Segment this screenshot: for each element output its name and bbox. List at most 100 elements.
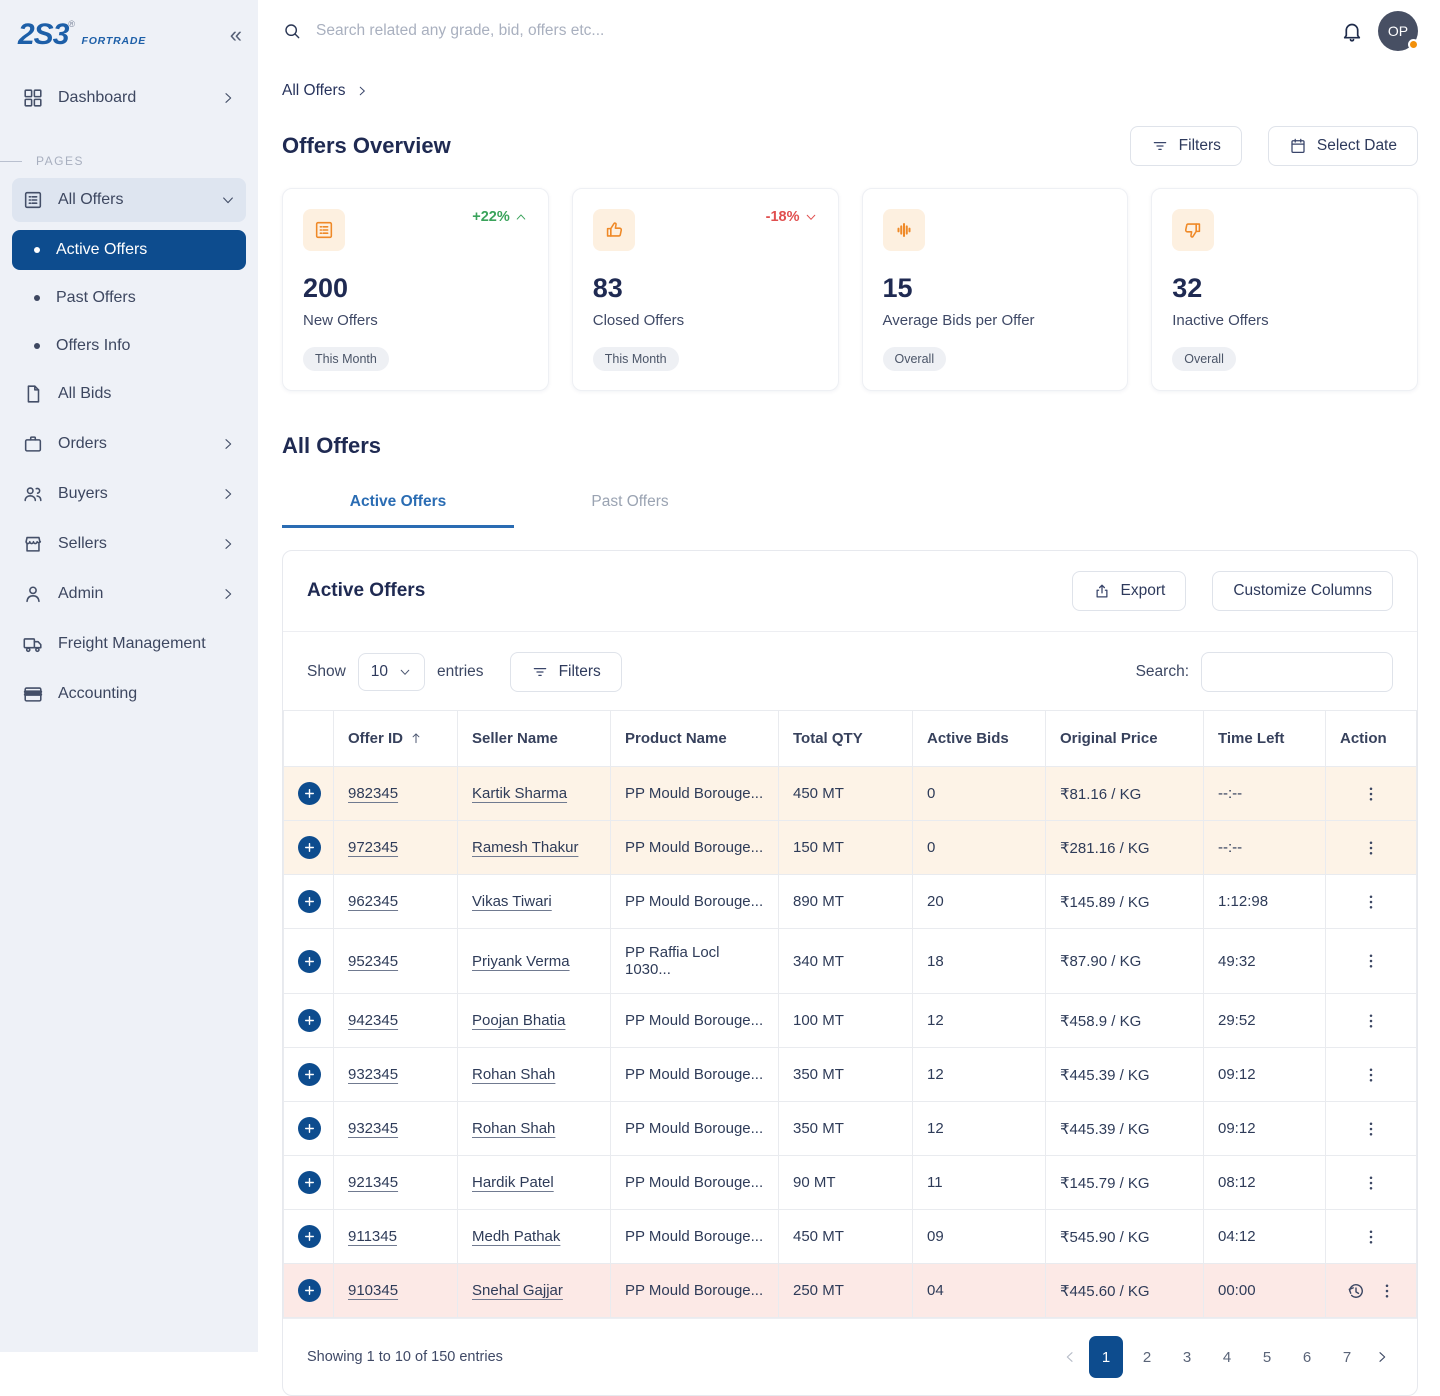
kebab-menu-icon[interactable] <box>1378 1282 1396 1300</box>
expand-row-button[interactable] <box>298 890 321 913</box>
pagination-page-5[interactable]: 5 <box>1251 1339 1283 1375</box>
seller-name-link[interactable]: Priyank Verma <box>472 953 570 970</box>
seller-name-link[interactable]: Medh Pathak <box>472 1228 560 1245</box>
column-header-offer-id[interactable]: Offer ID <box>334 711 458 767</box>
stat-card-closed-offers: -18%83Closed OffersThis Month <box>572 188 839 391</box>
breadcrumb-all-offers[interactable]: All Offers <box>282 82 345 100</box>
file-icon <box>22 383 44 405</box>
seller-name-link[interactable]: Poojan Bhatia <box>472 1012 565 1029</box>
table-search-input[interactable] <box>1201 652 1393 692</box>
search-input[interactable] <box>316 22 1326 40</box>
seller-name-link[interactable]: Rohan Shah <box>472 1120 555 1137</box>
sidebar-item-orders[interactable]: Orders <box>12 422 246 466</box>
kebab-menu-icon[interactable] <box>1362 1174 1380 1192</box>
active-bids-cell: 18 <box>913 929 1046 994</box>
offer-id-link[interactable]: 911345 <box>348 1228 397 1245</box>
seller-name-link[interactable]: Hardik Patel <box>472 1174 554 1191</box>
store-icon <box>22 533 44 555</box>
offer-id-link[interactable]: 932345 <box>348 1120 398 1137</box>
chevron-down-icon <box>220 192 236 208</box>
avatar[interactable]: OP <box>1378 11 1418 51</box>
sidebar-collapse-icon[interactable]: « <box>230 24 242 46</box>
pagination-page-2[interactable]: 2 <box>1131 1339 1163 1375</box>
sidebar-item-all-bids[interactable]: All Bids <box>12 372 246 416</box>
kebab-menu-icon[interactable] <box>1362 839 1380 857</box>
expand-row-button[interactable] <box>298 1063 321 1086</box>
seller-name-link[interactable]: Rohan Shah <box>472 1066 555 1083</box>
bell-icon[interactable] <box>1340 19 1364 43</box>
pagination-prev-icon[interactable] <box>1059 1346 1081 1368</box>
seller-name-link[interactable]: Vikas Tiwari <box>472 893 552 910</box>
seller-name-link[interactable]: Ramesh Thakur <box>472 839 578 856</box>
grid-icon <box>22 87 44 109</box>
expand-row-button[interactable] <box>298 1225 321 1248</box>
kebab-menu-icon[interactable] <box>1362 1066 1380 1084</box>
expand-row-button[interactable] <box>298 836 321 859</box>
offer-id-link[interactable]: 910345 <box>348 1282 398 1299</box>
sidebar-subitem-offers-info[interactable]: Offers Info <box>12 326 246 366</box>
entries-select[interactable]: 10 <box>358 653 425 691</box>
pagination-next-icon[interactable] <box>1371 1346 1393 1368</box>
kebab-menu-icon[interactable] <box>1362 952 1380 970</box>
original-price-cell: ₹445.39 / KG <box>1046 1048 1204 1102</box>
sidebar-item-accounting[interactable]: Accounting <box>12 672 246 716</box>
offer-id-link[interactable]: 942345 <box>348 1012 398 1029</box>
column-header-active-bids[interactable]: Active Bids <box>913 711 1046 767</box>
sidebar-item-dashboard[interactable]: Dashboard <box>12 76 246 120</box>
kebab-menu-icon[interactable] <box>1362 1012 1380 1030</box>
offer-id-link[interactable]: 932345 <box>348 1066 398 1083</box>
offer-id-link[interactable]: 982345 <box>348 785 398 802</box>
column-header-total-qty[interactable]: Total QTY <box>779 711 913 767</box>
seller-name-link[interactable]: Kartik Sharma <box>472 785 567 802</box>
sidebar-subitem-active-offers[interactable]: Active Offers <box>12 230 246 270</box>
kebab-menu-icon[interactable] <box>1362 785 1380 803</box>
sidebar-item-admin[interactable]: Admin <box>12 572 246 616</box>
column-header-product-name[interactable]: Product Name <box>611 711 779 767</box>
kebab-menu-icon[interactable] <box>1362 1228 1380 1246</box>
stat-card-inactive-offers: 32Inactive OffersOverall <box>1151 188 1418 391</box>
sidebar-subitem-past-offers[interactable]: Past Offers <box>12 278 246 318</box>
select-date-button[interactable]: Select Date <box>1268 126 1418 166</box>
avatar-initials: OP <box>1388 23 1408 39</box>
total-qty-cell: 250 MT <box>779 1264 913 1318</box>
filters-button[interactable]: Filters <box>1130 126 1242 166</box>
column-header-action[interactable]: Action <box>1326 711 1417 767</box>
table-filters-button[interactable]: Filters <box>510 652 622 692</box>
expand-row-button[interactable] <box>298 1009 321 1032</box>
offer-id-link[interactable]: 962345 <box>348 893 398 910</box>
sidebar-item-buyers[interactable]: Buyers <box>12 472 246 516</box>
pagination-page-4[interactable]: 4 <box>1211 1339 1243 1375</box>
chevron-right-icon <box>220 586 236 602</box>
expand-row-button[interactable] <box>298 1171 321 1194</box>
column-header-original-price[interactable]: Original Price <box>1046 711 1204 767</box>
kebab-menu-icon[interactable] <box>1362 1120 1380 1138</box>
offer-id-link[interactable]: 972345 <box>348 839 398 856</box>
pagination-page-1[interactable]: 1 <box>1089 1336 1123 1378</box>
expand-row-button[interactable] <box>298 1279 321 1302</box>
expand-row-button[interactable] <box>298 782 321 805</box>
delta-badge: +22% <box>472 209 528 225</box>
kebab-menu-icon[interactable] <box>1362 893 1380 911</box>
pagination-page-6[interactable]: 6 <box>1291 1339 1323 1375</box>
tab-active-offers[interactable]: Active Offers <box>282 483 514 528</box>
offer-id-link[interactable]: 952345 <box>348 953 398 970</box>
page-title: Offers Overview <box>282 133 451 159</box>
history-icon[interactable] <box>1346 1281 1366 1301</box>
sidebar-item-sellers[interactable]: Sellers <box>12 522 246 566</box>
pagination-page-3[interactable]: 3 <box>1171 1339 1203 1375</box>
expand-row-button[interactable] <box>298 1117 321 1140</box>
pagination-page-7[interactable]: 7 <box>1331 1339 1363 1375</box>
column-header-seller-name[interactable]: Seller Name <box>458 711 611 767</box>
tab-past-offers[interactable]: Past Offers <box>514 483 746 528</box>
time-left-cell: --:-- <box>1204 821 1326 875</box>
customize-columns-button[interactable]: Customize Columns <box>1212 571 1393 611</box>
chevron-down-icon <box>804 210 818 224</box>
sidebar-item-freight-management[interactable]: Freight Management <box>12 622 246 666</box>
export-button[interactable]: Export <box>1072 571 1187 611</box>
offer-id-link[interactable]: 921345 <box>348 1174 398 1191</box>
seller-name-link[interactable]: Snehal Gajjar <box>472 1282 563 1299</box>
sidebar-item-all-offers[interactable]: All Offers <box>12 178 246 222</box>
brand-subtitle: FORTRADE <box>81 35 146 47</box>
expand-row-button[interactable] <box>298 950 321 973</box>
column-header-time-left[interactable]: Time Left <box>1204 711 1326 767</box>
